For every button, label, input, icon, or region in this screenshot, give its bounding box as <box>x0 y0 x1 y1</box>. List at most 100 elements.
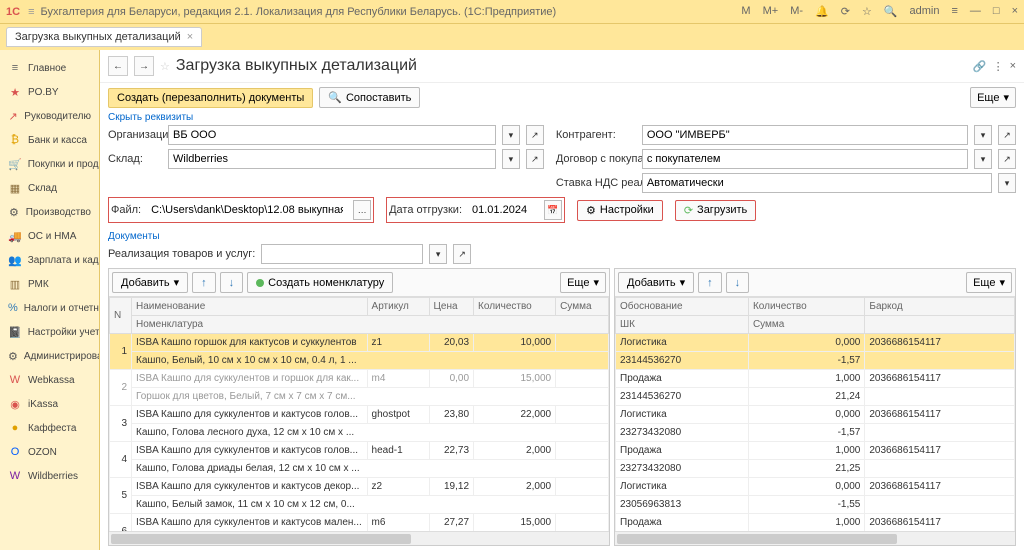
table-row[interactable]: 2ISBA Кашпо для суккулентов и горшок для… <box>110 370 609 388</box>
sidebar-item[interactable]: 👥Зарплата и кадры <box>0 248 99 272</box>
table-row[interactable]: 2327343208021,25 <box>616 460 1015 478</box>
create-nomenclature-button[interactable]: Создать номенклатуру <box>247 272 393 293</box>
sidebar-item[interactable]: 🛒Покупки и продажи <box>0 152 99 176</box>
forward-button[interactable]: → <box>134 56 154 76</box>
table-row[interactable]: 1ISBA Кашпо горшок для кактусов и суккул… <box>110 334 609 352</box>
more-button[interactable]: Еще ▾ <box>966 272 1012 293</box>
calendar-icon[interactable]: 📅 <box>544 200 562 220</box>
history-icon[interactable]: ⟳ <box>841 5 850 18</box>
open-icon[interactable]: ↗ <box>453 244 471 264</box>
tab-close-icon[interactable]: × <box>187 31 193 43</box>
user-label[interactable]: admin <box>910 5 940 18</box>
open-icon[interactable]: ↗ <box>998 149 1016 169</box>
table-row[interactable]: Продажа1,0002036686154117 <box>616 514 1015 532</box>
add-button[interactable]: Добавить ▾ <box>618 272 694 293</box>
documents-link[interactable]: Документы <box>100 229 1024 244</box>
sidebar-item[interactable]: ★PO.BY <box>0 80 99 104</box>
search-icon[interactable]: 🔍 <box>884 5 898 18</box>
table-row[interactable]: Кашпо, Голова дриады белая, 12 см х 10 с… <box>110 460 609 478</box>
more-icon[interactable]: ⋮ <box>993 60 1004 73</box>
create-button[interactable]: Создать (перезаполнить) документы <box>108 88 313 108</box>
vat-input[interactable] <box>642 173 992 193</box>
close-page-icon[interactable]: × <box>1010 60 1016 72</box>
ship-input[interactable] <box>468 200 538 220</box>
sidebar-item[interactable]: 📓Настройки учета <box>0 320 99 344</box>
h-scrollbar[interactable] <box>109 531 609 545</box>
sidebar-item[interactable]: OOZON <box>0 440 99 464</box>
wh-input[interactable] <box>168 149 496 169</box>
mem-m[interactable]: M <box>741 5 750 18</box>
table-row[interactable]: 5ISBA Кашпо для суккулентов и кактусов д… <box>110 478 609 496</box>
file-input[interactable] <box>147 200 347 220</box>
compare-button[interactable]: 🔍Сопоставить <box>319 87 420 108</box>
table-row[interactable]: 6ISBA Кашпо для суккулентов и кактусов м… <box>110 514 609 532</box>
sidebar-item[interactable]: ↗Руководителю <box>0 104 99 128</box>
goods-input[interactable] <box>261 244 423 264</box>
load-button[interactable]: ⟳Загрузить <box>675 200 756 221</box>
file-browse-icon[interactable]: … <box>353 200 371 220</box>
table-row[interactable]: Кашпо, Голова лесного духа, 12 см х 10 с… <box>110 424 609 442</box>
dropdown-icon[interactable]: ▾ <box>998 173 1016 193</box>
back-button[interactable]: ← <box>108 56 128 76</box>
dropdown-icon[interactable]: ▾ <box>502 149 520 169</box>
contract-input[interactable] <box>642 149 968 169</box>
sidebar-item[interactable]: ◉iKassa <box>0 392 99 416</box>
mem-mminus[interactable]: M- <box>790 5 803 18</box>
table-row[interactable]: Логистика0,0002036686154117 <box>616 406 1015 424</box>
more-button[interactable]: Еще ▾ <box>560 272 606 293</box>
close-icon[interactable]: × <box>1012 5 1018 18</box>
document-tab[interactable]: Загрузка выкупных детализаций × <box>6 27 202 47</box>
link-icon[interactable]: 🔗 <box>973 60 987 73</box>
bell-icon[interactable]: 🔔 <box>815 5 829 18</box>
table-row[interactable]: 23144536270-1,57 <box>616 352 1015 370</box>
mem-mplus[interactable]: M+ <box>763 5 779 18</box>
sidebar-item[interactable]: %Налоги и отчетность <box>0 296 99 320</box>
open-icon[interactable]: ↗ <box>998 125 1016 145</box>
table-row[interactable]: 4ISBA Кашпо для суккулентов и кактусов г… <box>110 442 609 460</box>
counter-input[interactable] <box>642 125 968 145</box>
h-scrollbar[interactable] <box>615 531 1015 545</box>
move-up-button[interactable]: ↑ <box>698 272 722 293</box>
maximize-icon[interactable]: □ <box>993 5 1000 18</box>
table-row[interactable]: Кашпо, Белый замок, 11 см х 10 см х 12 с… <box>110 496 609 514</box>
sidebar-item[interactable]: ⚙Администрирование <box>0 344 99 368</box>
settings-button[interactable]: ⚙Настройки <box>577 200 663 221</box>
sidebar-item[interactable]: 🚚ОС и НМА <box>0 224 99 248</box>
favorite-icon[interactable]: ≡ <box>28 6 34 18</box>
org-input[interactable] <box>168 125 496 145</box>
table-row[interactable]: 23056963813-1,55 <box>616 496 1015 514</box>
table-row[interactable]: 23273432080-1,57 <box>616 424 1015 442</box>
sidebar-item[interactable]: ⚙Производство <box>0 200 99 224</box>
minimize-icon[interactable]: — <box>970 5 981 18</box>
hide-details-link[interactable]: Скрыть реквизиты <box>100 112 1024 123</box>
more-button[interactable]: Еще ▾ <box>970 87 1016 108</box>
table-row[interactable]: Логистика0,0002036686154117 <box>616 478 1015 496</box>
table-row[interactable]: 3ISBA Кашпо для суккулентов и кактусов г… <box>110 406 609 424</box>
open-icon[interactable]: ↗ <box>526 125 544 145</box>
move-down-button[interactable]: ↓ <box>220 272 244 293</box>
sidebar-item[interactable]: ●Каффеста <box>0 416 99 440</box>
sidebar-item[interactable]: WWildberries <box>0 464 99 488</box>
table-row[interactable]: 2314453627021,24 <box>616 388 1015 406</box>
add-button[interactable]: Добавить ▾ <box>112 272 188 293</box>
table-row[interactable]: Кашпо, Белый, 10 см х 10 см х 10 см, 0.4… <box>110 352 609 370</box>
table-row[interactable]: Логистика0,0002036686154117 <box>616 334 1015 352</box>
table-row[interactable]: Продажа1,0002036686154117 <box>616 370 1015 388</box>
sidebar-item[interactable]: ≡Главное <box>0 56 99 80</box>
favorite-star-icon[interactable]: ☆ <box>160 60 170 73</box>
table-row[interactable]: Продажа1,0002036686154117 <box>616 442 1015 460</box>
move-down-button[interactable]: ↓ <box>726 272 750 293</box>
table-row[interactable]: Горшок для цветов, Белый, 7 см х 7 см х … <box>110 388 609 406</box>
move-up-button[interactable]: ↑ <box>192 272 216 293</box>
sidebar-item[interactable]: WWebkassa <box>0 368 99 392</box>
menu-icon[interactable]: ≡ <box>951 5 957 18</box>
dropdown-icon[interactable]: ▾ <box>502 125 520 145</box>
dropdown-icon[interactable]: ▾ <box>974 149 992 169</box>
sidebar-item[interactable]: ₿Банк и касса <box>0 128 99 152</box>
dropdown-icon[interactable]: ▾ <box>429 244 447 264</box>
open-icon[interactable]: ↗ <box>526 149 544 169</box>
sidebar-item[interactable]: ▦Склад <box>0 176 99 200</box>
star-icon[interactable]: ☆ <box>862 5 872 18</box>
sidebar-item[interactable]: ▥РМК <box>0 272 99 296</box>
dropdown-icon[interactable]: ▾ <box>974 125 992 145</box>
